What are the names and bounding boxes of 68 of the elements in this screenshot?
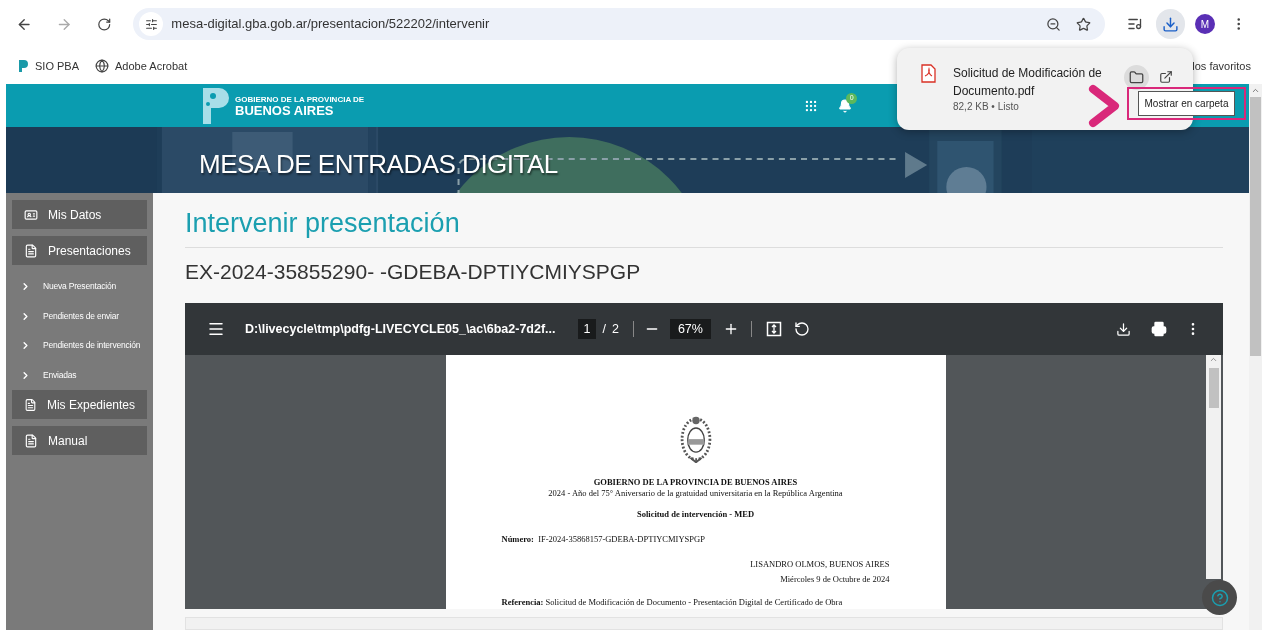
site-settings-icon[interactable] [144, 17, 158, 31]
document-heading: GOBIERNO DE LA PROVINCIA DE BUENOS AIRES [593, 477, 798, 489]
banner-title: MESA DE ENTRADAS DIGITAL [199, 148, 558, 181]
scroll-up-icon[interactable] [1251, 86, 1260, 95]
tooltip: Mostrar en carpeta [1137, 91, 1236, 116]
download-filename[interactable]: Solicitud de Modificación de Documento.pdf [953, 64, 1113, 100]
sidebar-link[interactable]: Enviadas [43, 368, 77, 382]
apps-icon[interactable] [804, 98, 819, 113]
download-status: 82,2 KB • Listo [953, 100, 1020, 113]
reload-icon[interactable] [96, 16, 112, 32]
sidebar-link[interactable]: Pendientes de intervención [43, 339, 141, 353]
coat-of-arms-drawing [678, 415, 713, 464]
document-reference: Referencia: Solicitud de Modificación de Documento - Presentación Digital de Certificado de Obra [501, 596, 844, 609]
document-date: Miércoles 9 de Octubre de 2024 [779, 572, 890, 586]
pdf-scrollbar[interactable] [1206, 355, 1221, 579]
url-text: mesa-digital.gba.gob.ar/presentacion/522202/intervenir [171, 15, 490, 34]
sidebar-item[interactable]: Mis Datos [12, 200, 147, 229]
download-icon[interactable] [1116, 321, 1131, 337]
document-icon [24, 397, 37, 412]
page-scrollbar[interactable] [1249, 84, 1262, 630]
document-place: LISANDRO OLMOS, BUENOS AIRES [749, 557, 890, 571]
sidebar-item[interactable]: Mis Expedientes [12, 390, 147, 419]
folder-icon [1129, 70, 1144, 85]
page-count: 2 [611, 320, 619, 338]
bookmark-logo-icon [18, 59, 29, 73]
pdf-file-icon [921, 64, 936, 83]
site-logo[interactable]: GOBIERNO DE LA PROVINCIA DE BUENOS AIRES [201, 85, 365, 126]
media-icon[interactable] [1126, 16, 1143, 32]
help-icon [1210, 588, 1229, 607]
address-bar[interactable]: mesa-digital.gba.gob.ar/presentacion/522202/intervenir [133, 8, 1105, 40]
page-number-field[interactable]: 1 [577, 318, 597, 340]
chevron-right-icon [20, 369, 31, 381]
chevron-right-icon [20, 310, 31, 322]
scroll-thumb[interactable] [1250, 97, 1261, 356]
fit-page-icon[interactable] [765, 321, 782, 337]
bookmark-item[interactable]: SIO PBA [18, 57, 80, 75]
document-subject: Solicitud de intervención - MED [636, 508, 755, 521]
chevron-right-icon [20, 281, 31, 293]
show-in-folder-button[interactable] [1124, 65, 1149, 90]
expediente-number: EX-2024-35855290- -GDEBA-DPTIYCMIYSPGP [185, 259, 642, 285]
page-title: Intervenir presentación [185, 207, 461, 240]
bookmark-star-icon[interactable] [1075, 16, 1091, 32]
zoom-icon[interactable] [1045, 16, 1061, 32]
download-button[interactable] [1156, 9, 1186, 39]
zoom-field[interactable]: 67% [669, 318, 711, 340]
bookmark-item[interactable]: Adobe Acrobat [95, 57, 188, 75]
document-number: Número: IF-2024-35868157-GDEBA-DPTIYCMIYSPGP [501, 533, 706, 546]
open-external-icon[interactable] [1159, 70, 1173, 84]
sidebar-link[interactable]: Pendientes de enviar [43, 309, 119, 323]
sidebar-link[interactable]: Nueva Presentación [43, 280, 116, 294]
globe-icon [95, 59, 110, 73]
sidebar-item[interactable]: Presentaciones [12, 236, 147, 265]
print-icon[interactable] [1151, 321, 1167, 337]
profile-avatar[interactable]: M [1195, 14, 1215, 34]
chevron-right-icon [20, 340, 31, 352]
pdf-filename: D:\livecycle\tmp\pdfg-LIVECYCLE05_\ac\6ba2-7d2f... [245, 320, 556, 338]
notification-bell-icon[interactable] [838, 98, 853, 113]
menu-icon[interactable] [207, 320, 225, 338]
id-card-icon [24, 207, 38, 222]
document-motto: 2024 - Año del 75° Aniversario de la gratuidad universitaria en la República Argentina [548, 488, 843, 500]
rotate-icon[interactable] [793, 321, 810, 337]
scroll-thumb[interactable] [1208, 368, 1219, 408]
document-icon [24, 243, 38, 258]
bookmarks-overflow-text[interactable]: los favoritos [1192, 57, 1251, 75]
page-separator: / [602, 320, 606, 338]
download-icon [1162, 15, 1180, 33]
document-icon [24, 433, 38, 448]
sidebar-item[interactable]: Manual [12, 426, 147, 455]
